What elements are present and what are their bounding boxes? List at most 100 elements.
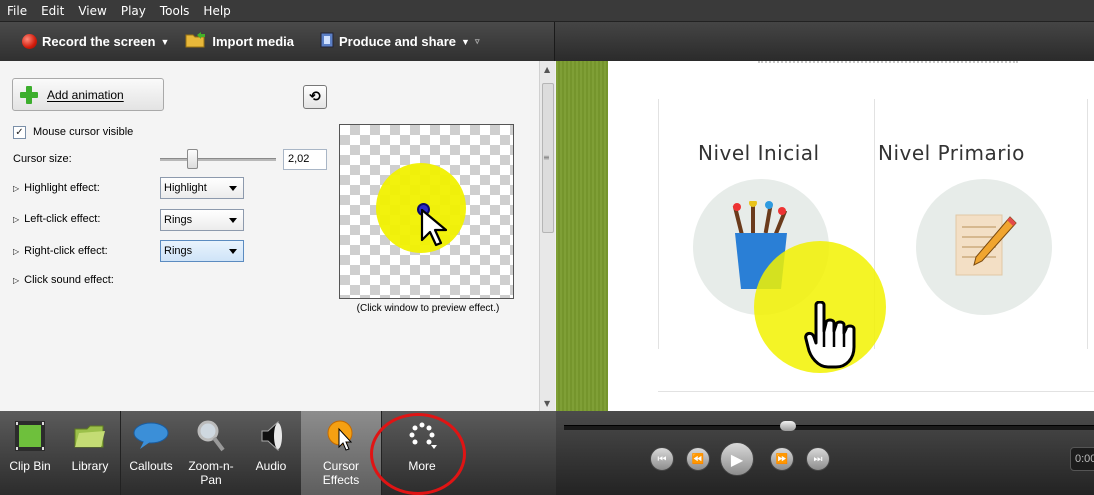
fast-forward-button[interactable]: ⏩ [770, 447, 794, 471]
left-click-effect-value: Rings [164, 214, 193, 226]
playback-controls: ⏮ ⏪ ▶ ⏩ ⏭ 0:00 [556, 411, 1094, 495]
right-click-effect-dropdown[interactable]: Rings [160, 240, 244, 262]
dropdown-arrow-icon [229, 186, 237, 191]
import-label: Import media [212, 34, 294, 49]
tab-clip-bin-label: Clip Bin [9, 459, 51, 473]
skip-end-icon: ⏭ [813, 453, 823, 465]
expand-triangle-icon: ▷ [13, 247, 20, 256]
speech-bubble-icon [132, 417, 170, 455]
card-border [658, 99, 659, 349]
highlight-effect-label[interactable]: ▷ Highlight effect: [13, 182, 100, 194]
dropdown-arrow-icon [229, 249, 237, 254]
cursor-size-slider-thumb[interactable] [187, 149, 198, 169]
rewind-icon: ⏪ [691, 453, 705, 465]
record-label: Record the screen [42, 34, 156, 49]
cursor-size-slider[interactable] [160, 158, 276, 161]
right-click-effect-text: Right-click effect: [24, 245, 108, 257]
toolbar-left: Record the screen ▼ Import media Produce… [0, 22, 555, 61]
tab-clip-bin[interactable]: Clip Bin [0, 411, 60, 495]
fast-forward-icon: ⏩ [775, 453, 789, 465]
highlight-effect-dropdown[interactable]: Highlight [160, 177, 244, 199]
reset-icon: ⟲ [309, 89, 321, 105]
add-animation-label: Add animation [47, 87, 124, 102]
tab-callouts[interactable]: Callouts [121, 411, 181, 495]
cursor-size-label: Cursor size: [13, 153, 72, 165]
tab-zoom-n-pan[interactable]: Zoom-n- Pan [181, 411, 241, 495]
scroll-down-icon[interactable]: ▼ [544, 399, 550, 408]
cursor-effects-panel: Add animation ⟲ ✓ Mouse cursor visible C… [0, 61, 539, 411]
click-sound-effect-text: Click sound effect: [24, 274, 114, 286]
scroll-up-icon[interactable]: ▲ [544, 65, 550, 74]
skip-to-start-button[interactable]: ⏮ [650, 447, 674, 471]
film-icon [11, 417, 49, 455]
video-canvas[interactable]: Nivel Inicial Nivel Primario [556, 61, 1094, 411]
tab-audio-label: Audio [255, 459, 287, 473]
plus-icon [19, 85, 39, 105]
chevron-down-icon: ▼ [461, 36, 470, 47]
left-click-effect-label[interactable]: ▷ Left-click effect: [13, 213, 100, 225]
tab-zoom-n-pan-label: Zoom-n- Pan [188, 459, 234, 487]
reset-button[interactable]: ⟲ [303, 85, 327, 109]
film-produce-icon [320, 32, 334, 51]
expand-triangle-icon: ▷ [13, 184, 20, 193]
add-animation-button[interactable]: Add animation [12, 78, 164, 111]
click-sound-effect-label[interactable]: ▷ Click sound effect: [13, 274, 114, 286]
play-icon: ▶ [730, 449, 744, 469]
expand-triangle-icon: ▷ [13, 276, 20, 285]
cut-off-text [758, 55, 1018, 63]
left-click-effect-text: Left-click effect: [24, 213, 101, 225]
dropdown-arrow-icon [229, 218, 237, 223]
menu-file[interactable]: File [0, 0, 34, 22]
rewind-button[interactable]: ⏪ [686, 447, 710, 471]
menu-edit[interactable]: Edit [34, 0, 71, 22]
menu-tools[interactable]: Tools [153, 0, 197, 22]
right-click-effect-label[interactable]: ▷ Right-click effect: [13, 245, 108, 257]
menu-view[interactable]: View [71, 0, 113, 22]
menu-bar: File Edit View Play Tools Help [0, 0, 1094, 22]
cursor-effects-icon [322, 417, 360, 455]
folder-import-icon [185, 32, 207, 51]
tab-callouts-label: Callouts [129, 459, 173, 473]
card-title-inicial: Nivel Inicial [698, 141, 820, 165]
tab-library-label: Library [71, 459, 109, 473]
expand-triangle-icon: ▷ [13, 215, 20, 224]
speaker-icon [252, 417, 290, 455]
record-screen-button[interactable]: Record the screen ▼ [14, 28, 177, 56]
menu-play[interactable]: Play [114, 0, 153, 22]
highlight-effect-value: Highlight [164, 182, 207, 194]
panel-scrollbar[interactable]: ▲ ≡ ▼ [539, 61, 555, 411]
tab-cursor-effects-label: Cursor Effects [322, 459, 360, 487]
left-click-effect-dropdown[interactable]: Rings [160, 209, 244, 231]
cursor-size-input[interactable]: 2,02 [283, 149, 327, 170]
mouse-cursor-visible-label: Mouse cursor visible [33, 126, 134, 138]
seek-bar[interactable] [564, 425, 1094, 430]
seek-knob[interactable] [780, 421, 796, 431]
card-title-primario: Nivel Primario [878, 141, 1025, 165]
magnifier-icon [192, 417, 230, 455]
tab-audio[interactable]: Audio [241, 411, 301, 495]
preview-hint: (Click window to preview effect.) [356, 303, 500, 314]
play-button[interactable]: ▶ [720, 442, 754, 476]
import-media-button[interactable]: Import media [177, 28, 302, 56]
tab-library[interactable]: Library [60, 411, 120, 495]
time-display: 0:00 [1070, 447, 1094, 471]
skip-start-icon: ⏮ [657, 453, 667, 465]
arrow-cursor-icon [420, 208, 448, 247]
card-bottom-border [658, 391, 1094, 392]
skip-to-end-button[interactable]: ⏭ [806, 447, 830, 471]
grip-icon: ≡ [543, 153, 550, 162]
menu-help[interactable]: Help [196, 0, 237, 22]
cursor-effect-preview[interactable] [339, 124, 514, 299]
hand-cursor-icon [804, 301, 856, 369]
annotation-red-circle [370, 413, 466, 495]
mouse-cursor-visible-checkbox[interactable]: ✓ [13, 126, 26, 139]
produce-share-button[interactable]: Produce and share ▼ ▿ [312, 28, 488, 56]
tab-cursor-effects[interactable]: Cursor Effects [301, 411, 381, 495]
task-tab-bar: Clip Bin Library Callouts Zoom-n- Pan Au… [0, 411, 556, 495]
card-border [1087, 99, 1088, 349]
recorded-webpage: Nivel Inicial Nivel Primario [608, 61, 1094, 411]
notepad-pencil-icon [955, 214, 1017, 276]
chevron-down-icon: ▼ [160, 36, 170, 47]
overflow-icon: ▿ [474, 36, 480, 46]
folder-icon [71, 417, 109, 455]
